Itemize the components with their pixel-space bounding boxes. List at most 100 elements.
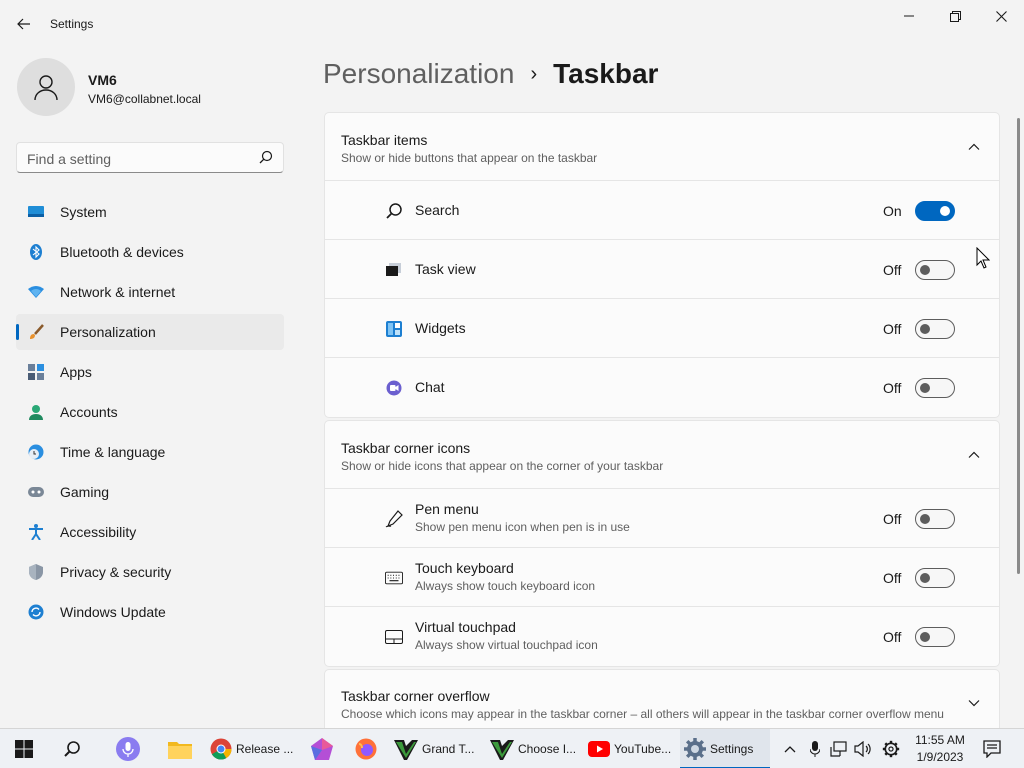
clock-time[interactable]: 11:55 AM <box>912 733 968 747</box>
search-icon <box>259 150 273 167</box>
back-arrow-icon <box>17 18 30 30</box>
bluetooth-icon <box>28 244 44 260</box>
sidebar-nav: System Bluetooth & devices Network & int… <box>16 194 284 634</box>
chevron-up-icon <box>784 746 796 753</box>
taskbar-app-chrome[interactable]: Release ... <box>206 729 296 768</box>
sidebar-item-windows-update[interactable]: Windows Update <box>16 594 284 630</box>
touchpad-icon <box>385 628 403 646</box>
firefox-icon <box>355 738 377 760</box>
sidebar-item-network[interactable]: Network & internet <box>16 274 284 310</box>
taskbar-app-vim-1[interactable]: Grand T... <box>390 729 482 768</box>
pen-menu-toggle[interactable] <box>915 509 955 529</box>
title-bar: Settings <box>0 0 1024 48</box>
toggle-state-label: Off <box>883 570 902 586</box>
taskbar-search-button[interactable] <box>52 729 92 768</box>
taskbar-app-settings[interactable]: Settings <box>680 729 770 768</box>
sidebar-item-label: Time & language <box>60 444 166 460</box>
toggle-state-label: On <box>883 203 902 219</box>
sidebar-item-label: Bluetooth & devices <box>60 244 184 260</box>
taskbar-app-youtube[interactable]: YouTube... <box>584 729 674 768</box>
sidebar-item-privacy[interactable]: Privacy & security <box>16 554 284 590</box>
toggle-state-label: Off <box>883 511 902 527</box>
start-button[interactable] <box>4 729 44 768</box>
sidebar-item-accessibility[interactable]: Accessibility <box>16 514 284 550</box>
section-header[interactable]: Taskbar items Show or hide buttons that … <box>325 113 999 181</box>
taskbar-app-gem[interactable] <box>302 729 342 768</box>
setting-label: Touch keyboard <box>415 560 514 576</box>
setting-label: Task view <box>415 261 476 277</box>
tray-volume[interactable] <box>852 729 874 768</box>
setting-row-chat: Chat Off <box>325 358 999 417</box>
scrollbar[interactable] <box>1017 118 1020 574</box>
sidebar-item-label: Personalization <box>60 324 156 340</box>
toggle-state-label: Off <box>883 629 902 645</box>
setting-row-touch-keyboard: Touch keyboard Always show touch keyboar… <box>325 548 999 607</box>
widgets-toggle[interactable] <box>915 319 955 339</box>
user-icon <box>34 75 58 101</box>
accounts-icon <box>28 404 44 420</box>
toggle-knob <box>940 206 950 216</box>
breadcrumb-separator: › <box>530 62 538 85</box>
sidebar-item-system[interactable]: System <box>16 194 284 230</box>
tray-microphone[interactable] <box>805 729 825 768</box>
section-title: Taskbar corner icons <box>341 440 471 456</box>
setting-description: Always show touch keyboard icon <box>415 579 596 593</box>
tray-settings[interactable] <box>879 729 903 768</box>
section-header[interactable]: Taskbar corner icons Show or hide icons … <box>325 421 999 489</box>
update-icon <box>28 604 44 620</box>
widgets-icon <box>385 320 403 338</box>
sidebar-item-apps[interactable]: Apps <box>16 354 284 390</box>
taskbar-app-firefox[interactable] <box>346 729 386 768</box>
settings-window: Settings VM6 VM6@collabnet.local Find a … <box>0 0 1024 728</box>
keyboard-icon <box>385 569 403 587</box>
clock-date[interactable]: 1/9/2023 <box>912 750 968 764</box>
toggle-state-label: Off <box>883 380 902 396</box>
search-input[interactable]: Find a setting <box>16 142 284 173</box>
pen-icon <box>385 510 403 528</box>
chevron-up-icon[interactable] <box>967 448 981 462</box>
section-description: Show or hide buttons that appear on the … <box>341 151 598 165</box>
mouse-cursor-icon <box>976 247 990 269</box>
chat-toggle[interactable] <box>915 378 955 398</box>
setting-label: Widgets <box>415 320 466 336</box>
brush-icon <box>28 324 44 340</box>
close-button[interactable] <box>978 4 1024 28</box>
sidebar-item-accounts[interactable]: Accounts <box>16 394 284 430</box>
minimize-button[interactable] <box>886 4 932 28</box>
taskbar-app-label: Settings <box>710 742 754 756</box>
search-toggle[interactable] <box>915 201 955 221</box>
controller-icon <box>28 484 44 500</box>
virtual-touchpad-toggle[interactable] <box>915 627 955 647</box>
notification-center-button[interactable] <box>980 729 1004 768</box>
section-header[interactable]: Taskbar corner overflow Choose which ico… <box>325 670 999 728</box>
sidebar-item-gaming[interactable]: Gaming <box>16 474 284 510</box>
sidebar-item-time-language[interactable]: Time & language <box>16 434 284 470</box>
back-button[interactable] <box>12 12 36 36</box>
section-description: Show or hide icons that appear on the co… <box>341 459 664 473</box>
chevron-up-icon[interactable] <box>967 140 981 154</box>
taskbar-file-explorer[interactable] <box>160 729 200 768</box>
chevron-down-icon[interactable] <box>967 696 981 710</box>
section-title: Taskbar corner overflow <box>341 688 490 704</box>
setting-row-search: Search On <box>325 181 999 240</box>
sidebar-item-label: Windows Update <box>60 604 166 620</box>
folder-icon <box>168 742 192 759</box>
setting-label: Search <box>415 202 460 218</box>
task-view-toggle[interactable] <box>915 260 955 280</box>
tray-overflow-button[interactable] <box>780 729 800 768</box>
taskbar-items-section: Taskbar items Show or hide buttons that … <box>324 112 1000 418</box>
taskbar-app-vim-2[interactable]: Choose I... <box>486 729 578 768</box>
taskbar-app-label: Choose I... <box>518 742 577 756</box>
breadcrumb-parent[interactable]: Personalization <box>323 58 514 90</box>
maximize-button[interactable] <box>932 4 978 28</box>
touch-keyboard-toggle[interactable] <box>915 568 955 588</box>
sidebar-item-bluetooth[interactable]: Bluetooth & devices <box>16 234 284 270</box>
network-wired-icon <box>830 741 847 757</box>
taskbar-cortana-button[interactable] <box>108 729 148 768</box>
tray-network[interactable] <box>828 729 850 768</box>
toggle-knob <box>920 573 930 583</box>
sidebar-item-personalization[interactable]: Personalization <box>16 314 284 350</box>
chrome-icon <box>210 738 232 760</box>
avatar[interactable] <box>17 58 75 116</box>
shield-icon <box>28 564 44 580</box>
